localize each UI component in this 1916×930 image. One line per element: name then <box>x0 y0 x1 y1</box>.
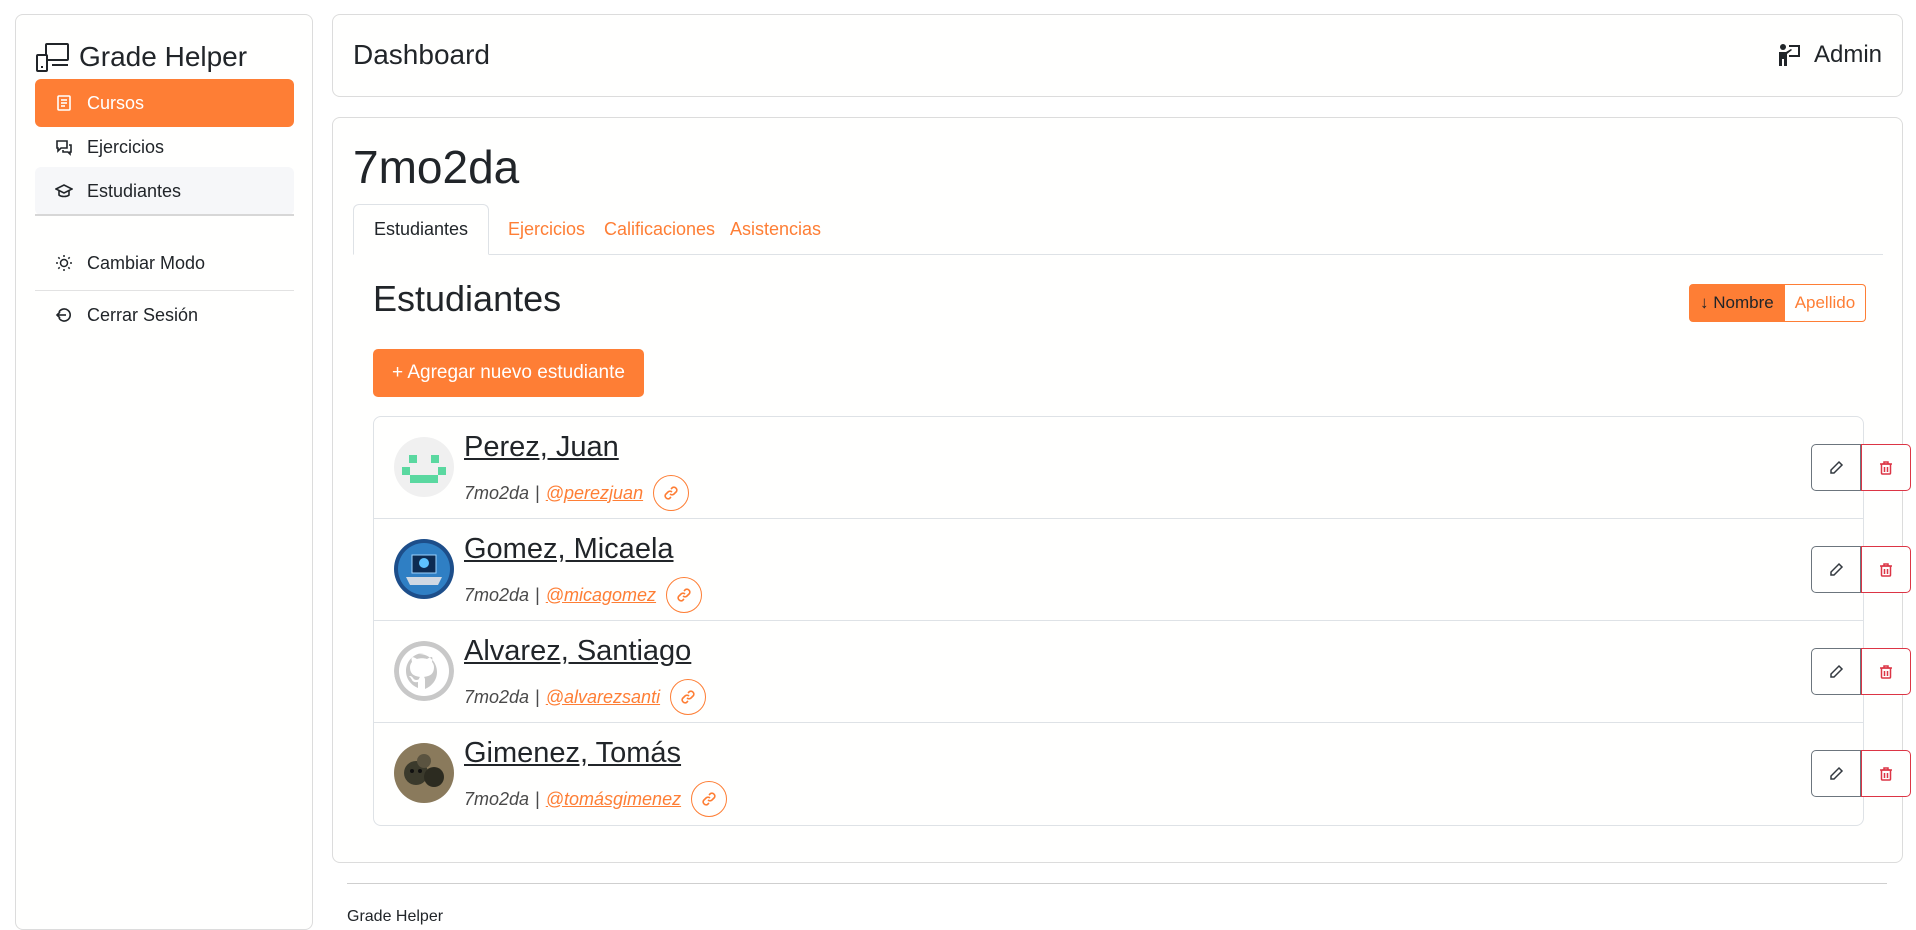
row-actions <box>1811 648 1911 695</box>
student-course: 7mo2da <box>464 686 530 707</box>
add-student-button[interactable]: + Agregar nuevo estudiante <box>373 349 644 397</box>
sidebar-item-cursos[interactable]: Cursos <box>35 79 294 127</box>
sidebar-item-label: Cerrar Sesión <box>87 304 199 325</box>
trash-icon <box>1880 664 1892 679</box>
page-title: Dashboard <box>353 39 490 70</box>
user-name: Admin <box>1813 41 1882 68</box>
edit-button[interactable] <box>1811 546 1861 593</box>
separator: | <box>535 482 540 503</box>
sidebar-divider <box>35 214 294 216</box>
avatar <box>394 539 454 599</box>
student-handle-link[interactable]: @tomásgimenez <box>546 789 681 810</box>
list-item: Alvarez, Santiago 7mo2da | @alvarezsanti <box>374 621 1911 723</box>
edit-button[interactable] <box>1811 444 1861 491</box>
sort-toggle: ↓ Nombre Apellido <box>1689 284 1867 322</box>
list-item: Gimenez, Tomás 7mo2da | @tomásgimenez <box>374 723 1911 825</box>
sidebar-item-label: Ejercicios <box>87 136 165 157</box>
student-meta: 7mo2da | @alvarezsanti <box>464 679 707 715</box>
sidebar-item-cerrar-sesion[interactable]: Cerrar Sesión <box>35 291 294 339</box>
pencil-icon <box>1830 664 1844 678</box>
logout-icon <box>55 308 71 322</box>
avatar <box>394 437 454 497</box>
student-course: 7mo2da <box>464 482 530 503</box>
avatar <box>394 641 454 701</box>
sidebar-item-cambiar-modo[interactable]: Cambiar Modo <box>35 239 294 287</box>
student-handle-link[interactable]: @perezjuan <box>546 483 643 504</box>
student-meta: 7mo2da | @perezjuan <box>464 475 690 511</box>
sidebar-item-label: Estudiantes <box>87 180 182 201</box>
course-card: 7mo2da Estudiantes Ejercicios Calificaci… <box>332 117 1911 863</box>
sidebar-item-ejercicios[interactable]: Ejercicios <box>35 123 294 171</box>
photo-avatar-icon <box>394 743 454 803</box>
laptop-avatar-icon <box>394 539 454 599</box>
profile-link-button[interactable] <box>691 781 728 817</box>
student-name[interactable]: Gimenez, Tomás <box>464 737 681 770</box>
edit-button[interactable] <box>1811 750 1861 797</box>
avatar <box>394 743 454 803</box>
separator: | <box>535 788 540 809</box>
identicon-avatar-icon <box>394 437 454 497</box>
student-meta: 7mo2da | @micagomez <box>464 577 703 613</box>
student-handle-link[interactable]: @micagomez <box>546 585 656 606</box>
tab-asistencias[interactable]: Asistencias <box>710 204 841 254</box>
profile-link-button[interactable] <box>670 679 707 715</box>
trash-icon <box>1880 766 1892 781</box>
tab-estudiantes[interactable]: Estudiantes <box>353 204 490 255</box>
top-header: Dashboard Admin <box>332 14 1903 97</box>
link-icon <box>677 588 691 602</box>
sun-icon <box>56 255 72 271</box>
link-icon <box>664 486 678 500</box>
pencil-icon <box>1830 766 1844 780</box>
sidebar-item-label: Cambiar Modo <box>87 252 206 273</box>
pencil-icon <box>1830 562 1844 576</box>
delete-button[interactable] <box>1861 444 1911 491</box>
student-handle-link[interactable]: @alvarezsanti <box>546 687 660 708</box>
list-item: Perez, Juan 7mo2da | @perezjuan <box>374 417 1911 519</box>
profile-link-button[interactable] <box>666 577 703 613</box>
section-title: Estudiantes <box>373 278 562 319</box>
teacher-icon <box>1778 44 1800 66</box>
delete-button[interactable] <box>1861 546 1911 593</box>
trash-icon <box>1880 460 1892 475</box>
delete-button[interactable] <box>1861 750 1911 797</box>
row-actions <box>1811 750 1911 797</box>
sort-by-apellido-button[interactable]: Apellido <box>1784 284 1867 322</box>
separator: | <box>535 584 540 605</box>
footer-text: Grade Helper <box>347 908 444 925</box>
chat-icon <box>56 140 72 156</box>
document-icon <box>57 95 71 111</box>
separator: | <box>535 686 540 707</box>
list-item: Gomez, Micaela 7mo2da | @micagomez <box>374 519 1911 621</box>
student-meta: 7mo2da | @tomásgimenez <box>464 781 728 817</box>
sidebar-item-estudiantes[interactable]: Estudiantes <box>35 167 294 215</box>
student-course: 7mo2da <box>464 788 530 809</box>
profile-link-button[interactable] <box>653 475 690 511</box>
delete-button[interactable] <box>1861 648 1911 695</box>
brand-name: Grade Helper <box>79 41 248 72</box>
devices-icon <box>36 43 69 72</box>
sidebar: Grade Helper Cursos Ejercicios Estudiant… <box>15 14 313 930</box>
graduation-cap-icon <box>55 184 73 198</box>
trash-icon <box>1880 562 1892 577</box>
students-list: Perez, Juan 7mo2da | @perezjuan Gomez, M… <box>373 416 1911 826</box>
link-icon <box>702 792 716 806</box>
github-avatar-icon <box>394 641 454 701</box>
row-actions <box>1811 444 1911 491</box>
edit-button[interactable] <box>1811 648 1861 695</box>
student-name[interactable]: Gomez, Micaela <box>464 533 674 566</box>
course-tabs: Estudiantes Ejercicios Calificaciones As… <box>353 204 1883 255</box>
sort-by-nombre-button[interactable]: ↓ Nombre <box>1689 284 1785 322</box>
link-icon <box>681 690 695 704</box>
student-course: 7mo2da <box>464 584 530 605</box>
student-name[interactable]: Alvarez, Santiago <box>464 635 691 668</box>
sidebar-item-label: Cursos <box>87 92 145 113</box>
footer-divider <box>347 883 1887 884</box>
user-menu[interactable]: Admin <box>1776 41 1882 69</box>
student-name[interactable]: Perez, Juan <box>464 431 619 464</box>
brand[interactable]: Grade Helper <box>35 41 247 73</box>
row-actions <box>1811 546 1911 593</box>
pencil-icon <box>1830 460 1844 474</box>
course-title: 7mo2da <box>353 141 520 193</box>
